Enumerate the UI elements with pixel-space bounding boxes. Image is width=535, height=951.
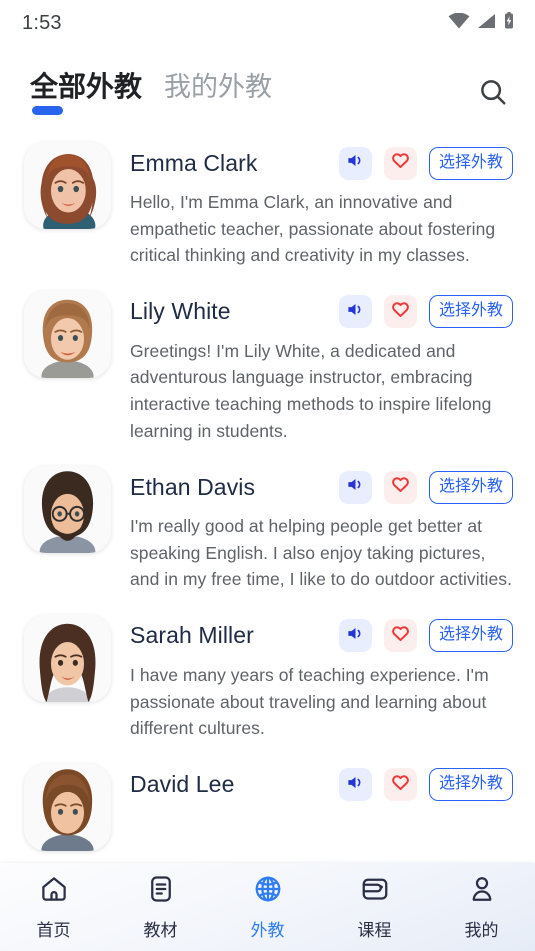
home-icon: [39, 874, 69, 909]
nav-item-home-label: 首页: [36, 920, 71, 940]
page-header: 全部外教 我的外教: [0, 46, 535, 130]
teacher-info: Emma Clark 选择外教 Hello, I'm Emma Clark, a…: [111, 142, 513, 269]
speaker-icon: [346, 773, 365, 797]
teacher-list-screen: 1:53 全部外教 我的外教 Emma Clark 选择外教 Hello, I'…: [0, 0, 535, 951]
avatar: [24, 290, 111, 378]
favorite-button[interactable]: [383, 295, 417, 329]
teacher-info: Ethan Davis 选择外教 I'm really good at help…: [111, 466, 513, 593]
teacher-card[interactable]: Sarah Miller 选择外教 I have many years of t…: [0, 603, 535, 752]
favorite-button[interactable]: [383, 619, 417, 653]
teacher-name: Ethan Davis: [130, 473, 256, 500]
teacher-card[interactable]: Lily White 选择外教 Greetings! I'm Lily Whit…: [0, 279, 535, 454]
select-teacher-button[interactable]: 选择外教: [428, 619, 513, 653]
nav-item-profile[interactable]: 我的: [428, 874, 535, 941]
teacher-name: Sarah Miller: [130, 622, 254, 649]
teacher-header-row: Lily White 选择外教: [130, 291, 513, 333]
tab-all-teachers[interactable]: 全部外教: [30, 71, 143, 117]
tab-my-teachers[interactable]: 我的外教: [164, 72, 273, 117]
teacher-name: David Lee: [130, 771, 235, 798]
speaker-icon: [346, 475, 365, 499]
teacher-actions: 选择外教: [338, 470, 513, 504]
select-teacher-button[interactable]: 选择外教: [428, 146, 513, 180]
teacher-card[interactable]: Ethan Davis 选择外教 I'm really good at help…: [0, 454, 535, 603]
speaker-button[interactable]: [338, 146, 372, 180]
search-icon: [478, 77, 508, 112]
avatar: [24, 466, 111, 554]
teacher-header-row: Sarah Miller 选择外教: [130, 615, 513, 657]
teacher-bio: I have many years of teaching experience…: [130, 664, 489, 739]
bottom-navigation: 首页 教材 外教 课程 我的: [0, 863, 535, 951]
teacher-card[interactable]: David Lee 选择外教: [0, 752, 535, 861]
speaker-icon: [346, 300, 365, 324]
avatar: [24, 142, 111, 229]
status-bar-icons: [448, 11, 515, 35]
teacher-name: Lily White: [130, 298, 231, 325]
speaker-button[interactable]: [338, 768, 372, 802]
select-teacher-button[interactable]: 选择外教: [428, 470, 513, 504]
speaker-button[interactable]: [338, 295, 372, 329]
favorite-button[interactable]: [383, 470, 417, 504]
teacher-header-row: Ethan Davis 选择外教: [130, 466, 513, 508]
favorite-button[interactable]: [383, 146, 417, 180]
status-bar-clock: 1:53: [22, 11, 62, 34]
nav-item-courses-label: 课程: [357, 920, 392, 940]
avatar: [24, 614, 111, 702]
speaker-icon: [346, 151, 365, 175]
search-button[interactable]: [473, 74, 513, 114]
tab-bar: 全部外教 我的外教: [30, 71, 473, 117]
cellular-signal-icon: [477, 13, 496, 34]
teacher-actions: 选择外教: [338, 619, 513, 653]
select-teacher-button[interactable]: 选择外教: [428, 768, 513, 802]
teacher-info: Lily White 选择外教 Greetings! I'm Lily Whit…: [111, 291, 513, 444]
teacher-card[interactable]: Emma Clark 选择外教 Hello, I'm Emma Clark, a…: [0, 130, 535, 279]
wallet-icon: [360, 874, 390, 909]
nav-item-home[interactable]: 首页: [0, 874, 107, 941]
teacher-info: David Lee 选择外教: [111, 764, 513, 851]
speaker-button[interactable]: [338, 470, 372, 504]
teacher-actions: 选择外教: [338, 146, 513, 180]
teacher-bio: Hello, I'm Emma Clark, an innovative and…: [130, 192, 496, 266]
tab-my-teachers-label: 我的外教: [164, 72, 273, 102]
nav-item-profile-label: 我的: [464, 920, 499, 940]
favorite-button[interactable]: [383, 768, 417, 802]
nav-item-courses[interactable]: 课程: [321, 874, 428, 941]
person-icon: [467, 874, 497, 909]
speaker-icon: [346, 624, 365, 648]
status-bar: 1:53: [0, 0, 535, 46]
heart-icon: [391, 773, 410, 797]
heart-icon: [391, 300, 410, 324]
nav-item-textbook-label: 教材: [143, 920, 178, 940]
teacher-bio: I'm really good at helping people get be…: [130, 516, 512, 590]
speaker-button[interactable]: [338, 619, 372, 653]
battery-charging-icon: [503, 11, 515, 35]
teacher-bio: Greetings! I'm Lily White, a dedicated a…: [130, 340, 492, 441]
book-icon: [146, 874, 176, 909]
teacher-name: Emma Clark: [130, 149, 258, 176]
nav-item-textbook[interactable]: 教材: [107, 874, 214, 941]
teacher-info: Sarah Miller 选择外教 I have many years of t…: [111, 615, 513, 742]
heart-icon: [391, 475, 410, 499]
tab-active-indicator: [32, 105, 63, 115]
teacher-list[interactable]: Emma Clark 选择外教 Hello, I'm Emma Clark, a…: [0, 130, 535, 863]
teacher-header-row: David Lee 选择外教: [130, 764, 513, 806]
heart-icon: [391, 624, 410, 648]
tab-all-teachers-label: 全部外教: [30, 71, 143, 102]
nav-item-teachers-label: 外教: [250, 920, 285, 940]
nav-item-teachers[interactable]: 外教: [214, 874, 321, 941]
wifi-icon: [448, 12, 470, 34]
heart-icon: [391, 151, 410, 175]
teacher-header-row: Emma Clark 选择外教: [130, 142, 513, 184]
avatar: [24, 763, 111, 851]
globe-icon: [253, 874, 283, 909]
select-teacher-button[interactable]: 选择外教: [428, 295, 513, 329]
teacher-actions: 选择外教: [338, 295, 513, 329]
teacher-actions: 选择外教: [338, 768, 513, 802]
